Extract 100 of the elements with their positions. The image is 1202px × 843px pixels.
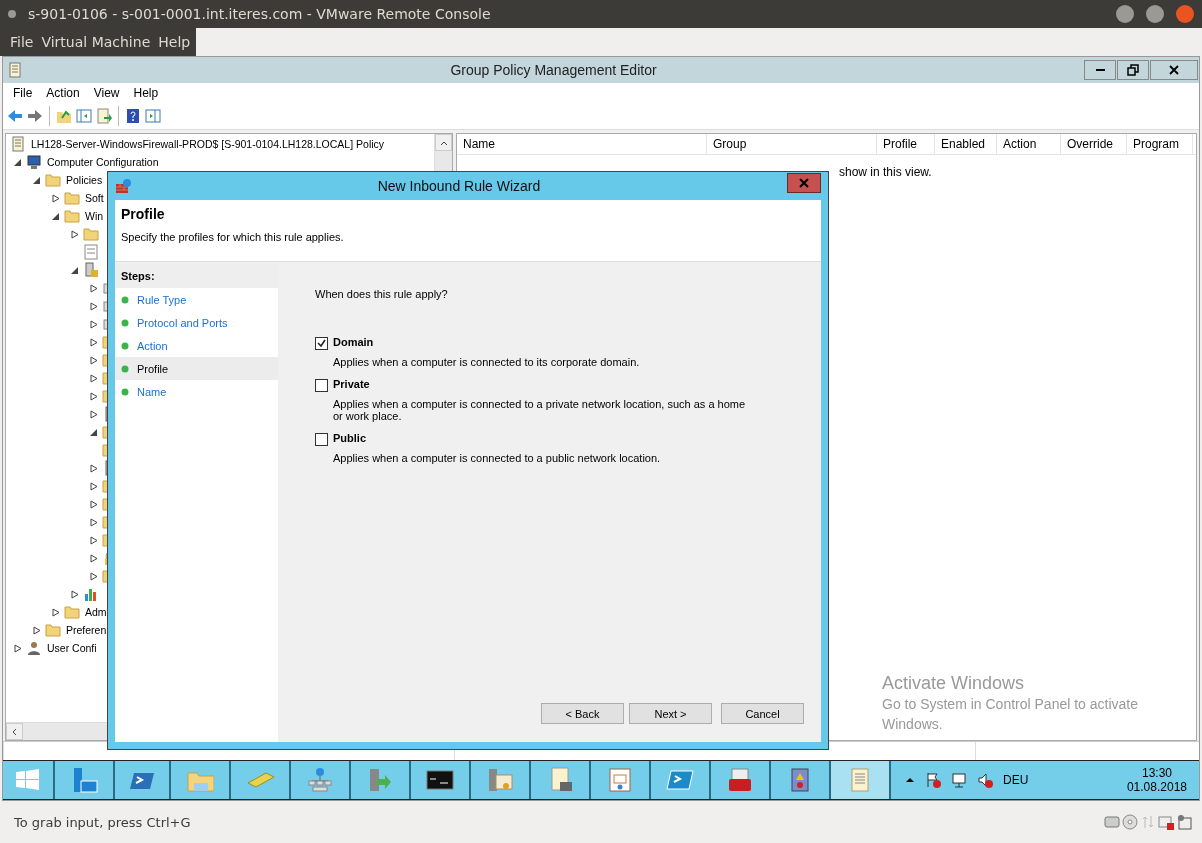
expand-arrow-icon[interactable] [71,229,79,239]
folder-icon [64,190,80,206]
cd-icon [1122,814,1140,830]
activation-title: Activate Windows [882,673,1026,694]
expand-arrow-icon[interactable] [52,193,60,203]
firewall-icon [115,178,131,194]
expand-arrow-icon[interactable] [90,553,98,563]
window-title: Group Policy Management Editor [449,62,658,78]
column-header[interactable]: Profile [877,134,935,154]
column-header[interactable]: Action [997,134,1061,154]
maximize-button[interactable] [1146,5,1164,23]
tree-item[interactable]: Win [85,210,104,222]
menu-item[interactable]: View [87,86,128,100]
certificate-icon [606,767,634,793]
collapse-arrow-icon[interactable] [33,175,41,185]
window-title: s-901-0106 - s-001-0001.int.iteres.com - VMware Remote Console [28,6,492,22]
wizard-button[interactable]: Cancel [721,703,804,724]
column-header[interactable]: Group [707,134,877,154]
page-heading: Profile [121,206,166,222]
help-icon [125,108,141,124]
expand-arrow-icon[interactable] [90,535,98,545]
show-pane-icon [76,108,92,124]
step-dot-icon [121,341,129,350]
bar-chart-icon [83,586,99,602]
option-label[interactable]: Domain [333,336,753,350]
collapse-arrow-icon[interactable] [90,427,98,437]
clock-date[interactable]: 01.08.2018 [1126,780,1187,794]
column-header[interactable]: Program [1127,134,1193,154]
server-certificate-icon [486,767,514,793]
minimize-button[interactable] [1084,60,1116,80]
close-button[interactable] [787,173,821,193]
expand-arrow-icon[interactable] [71,589,79,599]
close-button[interactable] [1150,60,1198,80]
network-tree-icon [306,767,334,793]
expand-arrow-icon[interactable] [90,319,98,329]
dialog-title: New Inbound Rule Wizard [376,178,542,194]
menu-item[interactable]: Help [127,86,167,100]
expand-arrow-icon[interactable] [90,283,98,293]
network-icon [951,772,967,788]
menu-item[interactable]: Help [154,34,195,50]
menu-item[interactable]: Action [40,86,88,100]
taskbar-button[interactable] [831,761,891,799]
close-icon [1166,63,1182,77]
checkbox[interactable] [315,433,328,446]
wizard-button[interactable]: Next > [629,703,712,724]
windows-logo-icon [14,767,42,793]
expand-arrow-icon[interactable] [90,409,98,419]
tree-item[interactable]: Soft [85,192,104,204]
collapse-arrow-icon[interactable] [71,265,79,275]
expand-arrow-icon[interactable] [90,337,98,347]
step-dot-icon [121,387,129,396]
checkbox[interactable] [315,337,328,350]
menu-item[interactable]: File [6,34,38,50]
option-label[interactable]: Public [333,432,753,446]
expand-arrow-icon[interactable] [90,301,98,311]
step-dot-icon [121,364,129,373]
expand-arrow-icon[interactable] [90,517,98,527]
wizard-button[interactable]: < Back [541,703,624,724]
option-description: Applies when a computer is connected to its corporate domain. [333,356,641,368]
expand-arrow-icon[interactable] [33,625,41,635]
expand-arrow-icon[interactable] [90,463,98,473]
wizard-step[interactable]: Profile [115,357,278,380]
restore-button[interactable] [1117,60,1149,80]
server-lock-icon [83,262,99,278]
folder-icon [64,208,80,224]
expand-arrow-icon[interactable] [14,643,22,653]
device-error-icon [1158,814,1176,830]
tree-item[interactable]: Policies [66,174,103,186]
tree-item[interactable]: User Confi [47,642,97,654]
close-icon [798,177,810,189]
expand-arrow-icon[interactable] [90,373,98,383]
activation-message: Go to System in Control Panel to activate Windows. [882,695,1139,734]
checkbox[interactable] [315,379,328,392]
expand-arrow-icon[interactable] [90,499,98,509]
option-label[interactable]: Private [333,378,753,392]
tree-item[interactable]: Adm [85,606,107,618]
column-header[interactable]: Name [457,134,707,154]
option-description: Applies when a computer is connected to a private network location, such as a home or work place. [333,398,747,422]
scroll-icon [7,62,23,78]
column-header[interactable]: Enabled [935,134,997,154]
tree-item[interactable]: LH128-Server-WindowsFirewall-PROD$ [S-901-0104.LH128.LOCAL] Policy [31,138,385,150]
expand-arrow-icon[interactable] [90,571,98,581]
console-icon [426,767,454,793]
expand-arrow-icon[interactable] [90,391,98,401]
collapse-arrow-icon[interactable] [52,211,60,221]
tree-item[interactable]: Computer Configuration [47,156,159,168]
pane-icon [145,108,161,124]
flag-error-icon [925,772,941,788]
script-icon [83,244,99,260]
expand-arrow-icon[interactable] [90,355,98,365]
input-language[interactable]: DEU [1003,773,1029,787]
tree-item[interactable]: Preferen [66,624,107,636]
column-header[interactable]: Override [1061,134,1127,154]
menu-item[interactable]: File [7,86,41,100]
collapse-arrow-icon[interactable] [14,157,22,167]
back-arrow-icon [7,108,23,124]
expand-arrow-icon[interactable] [90,481,98,491]
expand-arrow-icon[interactable] [52,607,60,617]
clock-time[interactable]: 13:30 [1141,766,1172,780]
menu-item[interactable]: Virtual Machine [37,34,155,50]
